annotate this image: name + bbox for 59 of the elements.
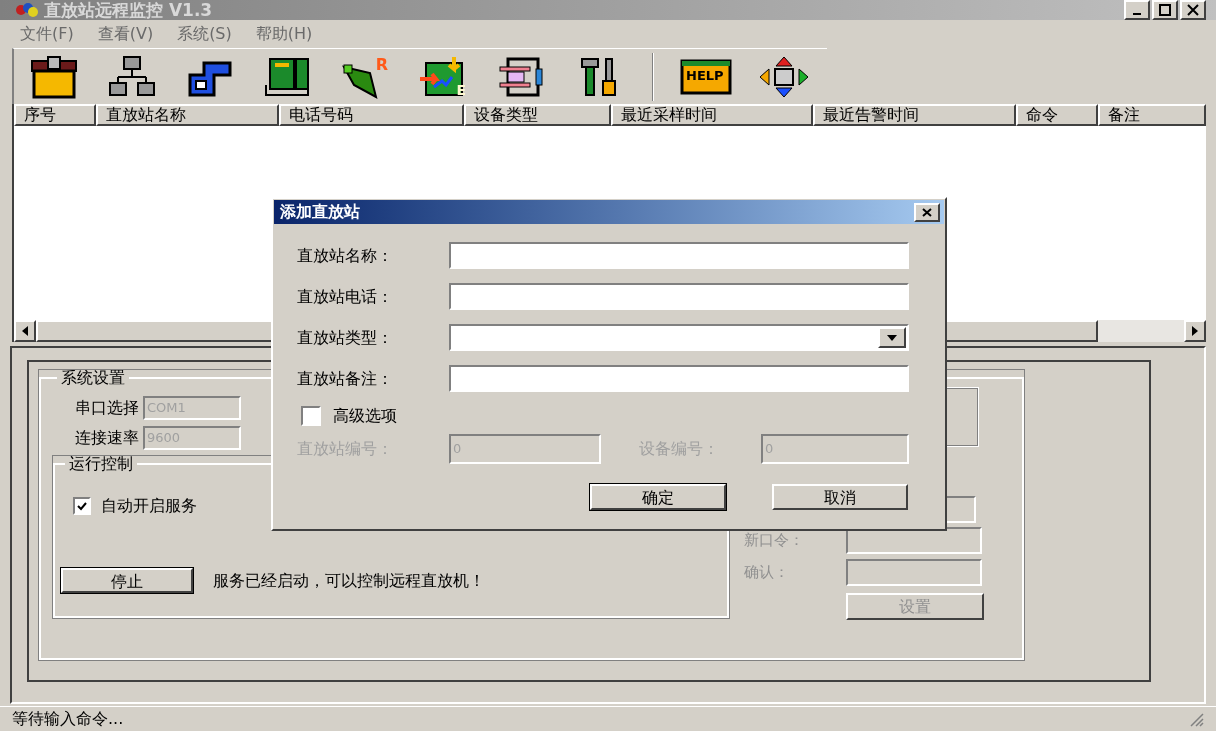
maximize-button[interactable] [1152,0,1178,20]
confirm-password-field[interactable] [846,559,982,586]
field-label: 串口选择 [75,397,139,419]
field-label: 直放站类型： [297,326,394,349]
four-arrows-icon [758,54,810,99]
menu-item[interactable]: 帮助(H) [255,22,313,46]
text-field[interactable] [449,365,909,392]
group-title: 运行控制 [68,456,134,472]
checkbox[interactable] [301,406,321,426]
right-arrow-icon [1192,326,1198,336]
menu-item[interactable]: 系统(S) [177,22,232,46]
window-title: 直放站远程监控 V1.3 [44,1,213,19]
app-icon [14,2,40,18]
dialog-button[interactable]: 确定 [590,484,726,510]
field-label: 新口令： [744,530,805,552]
stop-button[interactable]: 停止 [61,568,193,593]
status-text: 等待输入命令... [12,708,124,730]
group-title: 系统设置 [60,370,126,386]
check-icon [77,501,87,511]
checkbox[interactable] [73,497,91,515]
dialog-title: 添加直放站 [280,204,360,220]
close-icon [1187,4,1199,16]
column-header[interactable]: 命令 [1016,104,1098,126]
text-field[interactable] [449,242,909,269]
field-label: 确认： [744,562,790,584]
type-dropdown[interactable] [448,324,909,351]
minimize-button[interactable] [1124,0,1150,20]
dialog-button[interactable]: 取消 [772,484,908,510]
close-icon [922,207,932,217]
checkbox-label: 高级选项 [333,405,397,427]
toolbar-button[interactable]: HELP [680,54,732,99]
field-label: 直放站备注： [297,367,394,390]
minimize-icon [1133,13,1141,15]
left-arrow-icon [22,326,28,336]
resize-grip-icon [1188,711,1204,727]
text-field[interactable] [449,283,909,310]
toolbar-button[interactable] [28,54,80,99]
cabinet-icon [28,54,80,99]
column-header[interactable]: 电话号码 [279,104,464,126]
column-header[interactable]: 序号 [14,104,96,126]
field-label: 连接速率 [75,427,139,449]
toolbar-button[interactable] [758,54,810,99]
status-message: 服务已经启动，可以控制远程直放机！ [213,569,485,592]
close-button[interactable] [1180,0,1206,20]
network-icon [106,54,158,99]
checkbox-label: 自动开启服务 [101,495,197,517]
maximize-icon [1159,4,1171,16]
column-header[interactable]: 直放站名称 [96,104,279,126]
menu-item[interactable]: 文件(F) [20,22,74,46]
column-header[interactable]: 最近告警时间 [813,104,1016,126]
column-header[interactable]: 备注 [1098,104,1206,126]
toolbar-button[interactable] [106,54,158,99]
field-label: 直放站电话： [297,285,394,308]
column-header[interactable]: 设备类型 [464,104,611,126]
close-button[interactable] [914,202,940,222]
column-header[interactable]: 最近采样时间 [611,104,813,126]
menu-item[interactable]: 查看(V) [97,22,154,46]
dropdown-arrow-icon [887,334,897,341]
field-label: 直放站名称： [297,244,394,267]
